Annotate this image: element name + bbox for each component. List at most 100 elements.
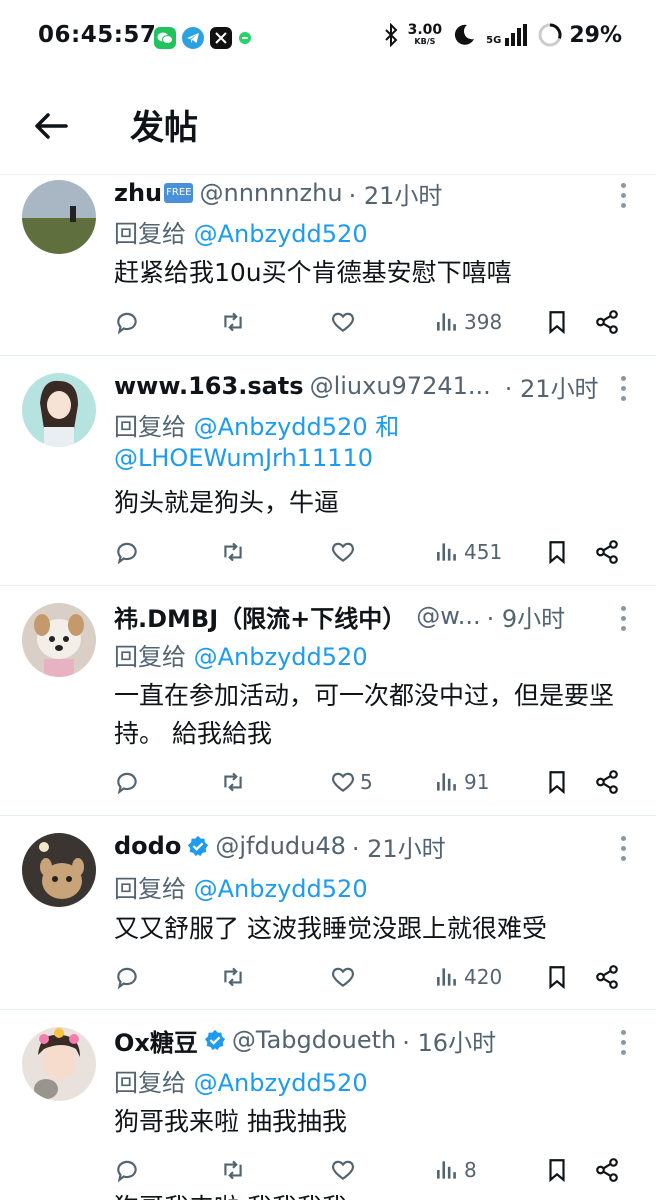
avatar[interactable] bbox=[22, 833, 96, 907]
like-button[interactable] bbox=[330, 307, 360, 337]
mention-link[interactable]: @Anbzydd520 bbox=[194, 220, 368, 248]
share-button[interactable] bbox=[594, 1155, 620, 1185]
reply-button[interactable] bbox=[114, 1155, 140, 1185]
reply-context: 回复给 @Anbzydd520 bbox=[114, 875, 368, 903]
comment-icon bbox=[117, 1160, 137, 1183]
tweet-header: dodo @jfdudu48 · 21小时 bbox=[114, 829, 446, 864]
avatar[interactable] bbox=[22, 603, 96, 677]
retweet-button[interactable] bbox=[220, 962, 246, 992]
avatar[interactable] bbox=[22, 1027, 96, 1101]
bookmark-icon bbox=[549, 966, 565, 990]
analytics-bars-icon bbox=[437, 543, 456, 561]
bookmark-button[interactable] bbox=[544, 1155, 570, 1185]
avatar[interactable] bbox=[22, 180, 96, 254]
username[interactable]: dodo bbox=[114, 832, 181, 860]
view-count: 451 bbox=[464, 540, 503, 564]
retweet-icon bbox=[224, 542, 242, 562]
retweet-icon bbox=[224, 312, 242, 332]
reply-context-line2: @LHOEWumJrh11110 bbox=[114, 444, 373, 472]
telegram-icon bbox=[182, 27, 204, 49]
views-button[interactable]: 420 bbox=[434, 962, 502, 992]
notification-icons bbox=[154, 27, 252, 49]
views-button[interactable]: 91 bbox=[434, 767, 489, 797]
user-handle[interactable]: @Tabgdoueth bbox=[232, 1026, 396, 1054]
more-options-button[interactable] bbox=[620, 606, 628, 632]
retweet-button[interactable] bbox=[220, 767, 246, 797]
share-icon bbox=[596, 310, 618, 334]
timestamp[interactable]: · 9小时 bbox=[487, 599, 566, 634]
views-button[interactable]: 451 bbox=[434, 537, 502, 567]
like-button[interactable] bbox=[330, 1155, 360, 1185]
share-button[interactable] bbox=[594, 767, 620, 797]
action-bar: 451 bbox=[114, 537, 634, 567]
retweet-button[interactable] bbox=[220, 307, 246, 337]
mention-link[interactable]: @Anbzydd520 bbox=[194, 643, 368, 671]
reply-button[interactable] bbox=[114, 767, 140, 797]
share-icon bbox=[596, 540, 618, 564]
user-handle[interactable]: @nnnnnzhu bbox=[199, 179, 342, 207]
mention-link[interactable]: @Anbzydd520 和 bbox=[194, 413, 400, 441]
retweet-button[interactable] bbox=[220, 537, 246, 567]
reply-button[interactable] bbox=[114, 962, 140, 992]
reply-button[interactable] bbox=[114, 307, 140, 337]
bookmark-button[interactable] bbox=[544, 307, 570, 337]
views-button[interactable]: 398 bbox=[434, 307, 502, 337]
back-button[interactable] bbox=[32, 106, 72, 146]
more-options-button[interactable] bbox=[620, 836, 628, 862]
reply-tweet[interactable]: dodo @jfdudu48 · 21小时 回复给 @Anbzydd520 又又… bbox=[0, 816, 656, 1010]
bookmark-button[interactable] bbox=[544, 962, 570, 992]
username[interactable]: www.163.sats bbox=[114, 372, 304, 400]
timestamp[interactable]: · 21小时 bbox=[349, 176, 443, 211]
reply-button[interactable] bbox=[114, 537, 140, 567]
reply-tweet[interactable]: zhu FREE @nnnnnzhu · 21小时 回复给 @Anbzydd52… bbox=[0, 175, 656, 356]
action-bar: 8 bbox=[114, 1155, 634, 1185]
like-button[interactable]: 5 bbox=[330, 767, 373, 797]
like-button[interactable] bbox=[330, 537, 360, 567]
reply-context: 回复给 @Anbzydd520 bbox=[114, 220, 368, 248]
more-options-button[interactable] bbox=[620, 183, 628, 209]
view-count: 91 bbox=[464, 770, 490, 794]
bookmark-button[interactable] bbox=[544, 767, 570, 797]
user-handle[interactable]: @jfdudu48 bbox=[215, 832, 346, 860]
more-options-button[interactable] bbox=[620, 1030, 628, 1056]
bookmark-icon bbox=[549, 541, 565, 565]
top-app-bar: 发帖 bbox=[0, 78, 656, 175]
timestamp[interactable]: · 16小时 bbox=[402, 1023, 496, 1058]
bookmark-button[interactable] bbox=[544, 537, 570, 567]
system-indicators: 3.00 KB/S 5G 29% bbox=[384, 22, 622, 48]
arrow-left-icon bbox=[35, 113, 68, 139]
reply-tweet[interactable]: 祎.DMBJ（限流+下线中） @w... · 9小时 回复给 @Anbzydd5… bbox=[0, 586, 656, 816]
tweet-text: 狗头就是狗头，牛逼 bbox=[114, 488, 340, 517]
user-handle[interactable]: @liuxu97241... bbox=[310, 372, 491, 400]
retweet-icon bbox=[224, 772, 242, 792]
mention-link[interactable]: @Anbzydd520 bbox=[194, 1069, 368, 1097]
reply-tweet[interactable]: Ox糖豆 @Tabgdoueth · 16小时 回复给 @Anbzydd520 … bbox=[0, 1010, 656, 1200]
mention-link[interactable]: @LHOEWumJrh11110 bbox=[114, 444, 373, 472]
heart-icon bbox=[331, 542, 355, 562]
analytics-bars-icon bbox=[437, 968, 456, 986]
username[interactable]: zhu bbox=[114, 179, 162, 207]
share-button[interactable] bbox=[594, 537, 620, 567]
username[interactable]: 祎.DMBJ（限流+下线中） bbox=[114, 599, 406, 634]
share-button[interactable] bbox=[594, 307, 620, 337]
user-handle[interactable]: @w... bbox=[416, 602, 480, 630]
mention-link[interactable]: @Anbzydd520 bbox=[194, 875, 368, 903]
tweet-text: 赶紧给我10u买个肯德基安慰下嘻嘻 bbox=[114, 258, 512, 287]
share-icon bbox=[596, 965, 618, 989]
retweet-button[interactable] bbox=[220, 1155, 246, 1185]
tweet-text: 又又舒服了 这波我睡觉没跟上就很难受 bbox=[114, 914, 547, 943]
share-button[interactable] bbox=[594, 962, 620, 992]
more-options-button[interactable] bbox=[620, 376, 628, 402]
avatar[interactable] bbox=[22, 373, 96, 447]
share-icon bbox=[596, 770, 618, 794]
network-speed: 3.00 KB/S bbox=[407, 22, 443, 46]
timestamp[interactable]: · 21小时 bbox=[505, 369, 599, 404]
views-button[interactable]: 8 bbox=[434, 1155, 477, 1185]
username[interactable]: Ox糖豆 bbox=[114, 1023, 198, 1058]
reply-tweet[interactable]: www.163.sats @liuxu97241... · 21小时 回复给 @… bbox=[0, 356, 656, 586]
timestamp[interactable]: · 21小时 bbox=[352, 829, 446, 864]
heart-icon bbox=[331, 1160, 355, 1180]
like-button[interactable] bbox=[330, 962, 360, 992]
view-count: 398 bbox=[464, 310, 503, 334]
reply-context: 回复给 @Anbzydd520 和 bbox=[114, 413, 400, 441]
